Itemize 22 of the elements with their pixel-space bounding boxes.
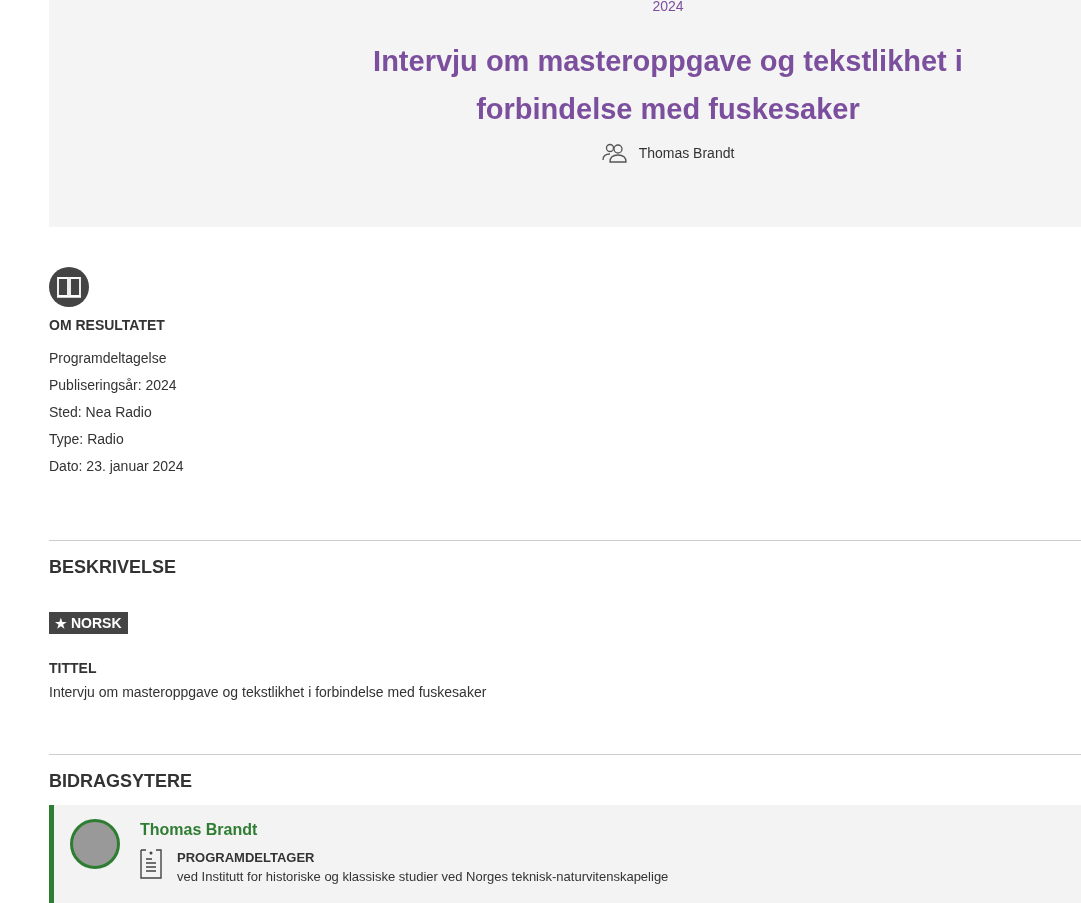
info-text: Sted: Nea Radio xyxy=(49,403,152,422)
role-label: PROGRAMDELTAGER xyxy=(177,850,316,865)
book-icon xyxy=(49,267,89,307)
document-icon xyxy=(140,847,162,879)
year-label: 2024 xyxy=(651,0,685,13)
page-title: Intervju om masteroppgave og tekstlikhet i forbindelse med fuskesaker xyxy=(372,44,964,127)
author-link[interactable]: Thomas Brandt xyxy=(638,145,735,161)
contributor-name-link[interactable]: Thomas Brandt xyxy=(140,821,669,839)
field-label: TITTEL xyxy=(49,660,98,676)
section-heading: BIDRAGSYTERE xyxy=(49,770,193,793)
info-text: Type: Radio xyxy=(49,430,124,449)
star-icon: ★ xyxy=(55,615,67,631)
people-icon xyxy=(601,143,628,163)
affiliation-text: ved Institutt for historiske og klassiske studier ved Norges teknisk-naturvitenskapelige xyxy=(177,869,669,884)
avatar-image xyxy=(70,819,120,869)
info-text: Publiseringsår: 2024 xyxy=(49,376,177,395)
language-label: NORSK xyxy=(71,615,122,631)
section-heading: OM RESULTATET xyxy=(49,317,165,333)
info-text: Programdeltagelse xyxy=(49,349,167,368)
info-text: Dato: 23. januar 2024 xyxy=(49,457,184,476)
section-heading: BESKRIVELSE xyxy=(49,556,178,579)
field-value: Intervju om masteroppgave og tekstlikhet i forbindelse med fuskesaker xyxy=(49,683,488,702)
